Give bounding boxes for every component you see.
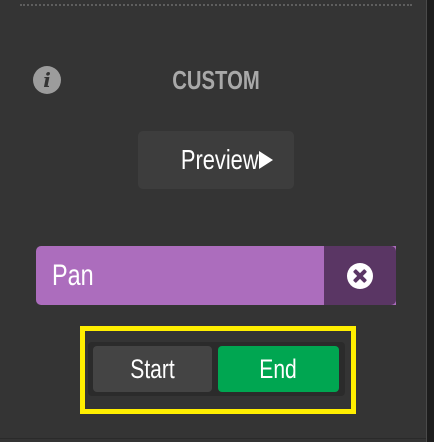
tag-field-pan[interactable]: Pan	[36, 246, 396, 305]
tag-label: Pan	[52, 259, 94, 292]
panel-right-edge	[426, 0, 434, 442]
info-icon[interactable]: i	[33, 66, 61, 94]
end-label: End	[259, 353, 298, 384]
play-icon	[258, 151, 273, 169]
dotted-divider	[20, 4, 412, 6]
start-end-toggle: Start End	[88, 342, 345, 396]
end-button[interactable]: End	[218, 346, 339, 392]
bottom-divider	[0, 438, 426, 439]
close-circle-icon	[347, 262, 373, 289]
preview-button[interactable]: Preview	[138, 131, 294, 189]
section-title: CUSTOM	[172, 65, 260, 95]
start-label: Start	[130, 353, 175, 384]
preview-label: Preview	[181, 144, 259, 175]
remove-tag-button[interactable]	[324, 246, 396, 305]
start-button[interactable]: Start	[93, 346, 212, 392]
